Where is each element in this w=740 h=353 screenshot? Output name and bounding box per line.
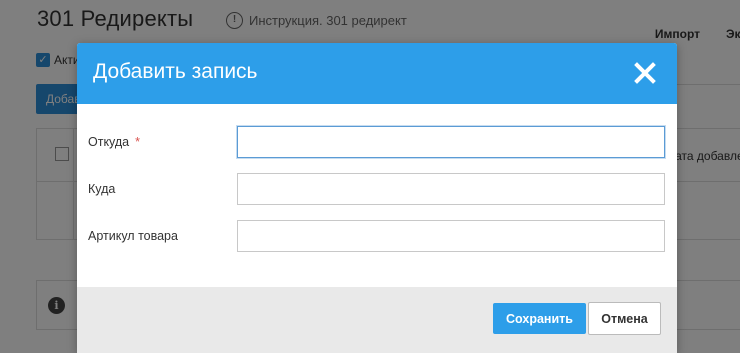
save-button[interactable]: Сохранить	[493, 303, 586, 334]
field-row-from: Откуда *	[77, 126, 677, 158]
sku-input[interactable]	[237, 220, 665, 252]
cancel-button[interactable]: Отмена	[588, 302, 661, 335]
to-input[interactable]	[237, 173, 665, 205]
to-label: Куда	[88, 182, 116, 196]
add-record-modal: Добавить запись Откуда * Куда Артикул тов…	[77, 43, 677, 353]
required-mark: *	[135, 135, 141, 149]
modal-footer: Сохранить Отмена	[77, 287, 677, 353]
from-label-text: Откуда	[88, 135, 130, 149]
from-label: Откуда *	[88, 135, 140, 149]
close-icon-glyph	[634, 62, 656, 84]
close-icon[interactable]	[633, 61, 657, 85]
field-row-to: Куда	[77, 173, 677, 205]
sku-label: Артикул товара	[88, 229, 178, 243]
modal-header: Добавить запись	[77, 43, 677, 104]
field-row-sku: Артикул товара	[77, 220, 677, 252]
modal-title: Добавить запись	[93, 60, 258, 83]
from-input[interactable]	[237, 126, 665, 158]
